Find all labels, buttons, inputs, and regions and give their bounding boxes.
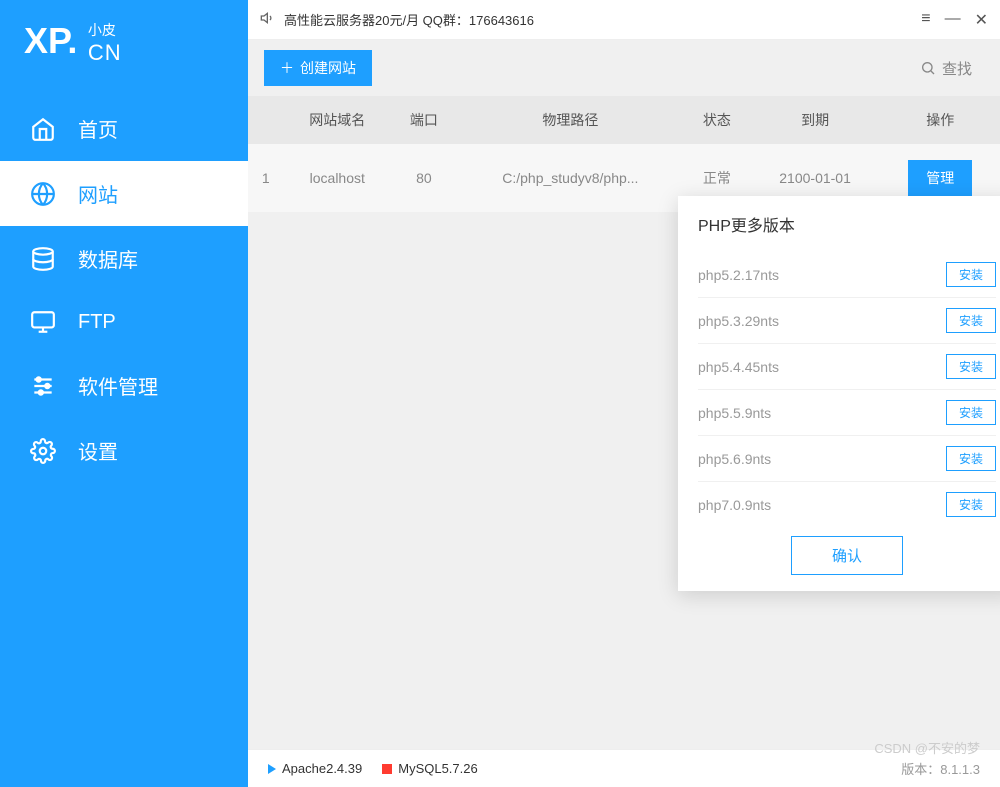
install-button[interactable]: 安装	[946, 446, 996, 471]
cell-idx: 1	[248, 144, 284, 212]
version-name: php5.5.9nts	[698, 405, 771, 421]
database-icon	[30, 246, 56, 272]
php-versions-modal: PHP更多版本 php5.2.17nts安装php5.3.29nts安装php5…	[678, 196, 1000, 591]
sidebar-item-home[interactable]: 首页	[0, 96, 248, 161]
ftp-icon	[30, 309, 56, 335]
confirm-button[interactable]: 确认	[791, 536, 903, 575]
home-icon	[30, 116, 56, 142]
table-header: 网站域名	[284, 96, 392, 144]
install-button[interactable]: 安装	[946, 492, 996, 517]
install-button[interactable]: 安装	[946, 262, 996, 287]
sidebar-item-label: 设置	[78, 436, 118, 465]
version-row: php5.6.9nts 安装	[698, 436, 996, 482]
cell-path: C:/php_studyv8/php...	[457, 144, 684, 212]
table-header-row: 网站域名端口物理路径状态到期操作	[248, 96, 1000, 144]
toolbar: ＋ 创建网站 查找	[248, 40, 1000, 96]
sidebar-item-label: 首页	[78, 114, 118, 143]
speaker-icon	[260, 10, 276, 29]
version-row: php5.2.17nts 安装	[698, 252, 996, 298]
table-header: 操作	[881, 96, 1000, 144]
modal-title: PHP更多版本	[678, 196, 1000, 252]
service-indicator[interactable]: MySQL5.7.26	[382, 761, 478, 776]
table-header: 端口	[391, 96, 457, 144]
close-icon[interactable]: ✕	[975, 10, 988, 30]
service-name: Apache2.4.39	[282, 761, 362, 776]
service-name: MySQL5.7.26	[398, 761, 478, 776]
service-indicator[interactable]: Apache2.4.39	[268, 761, 362, 776]
version-row: php5.4.45nts 安装	[698, 344, 996, 390]
version-name: php5.2.17nts	[698, 267, 779, 283]
create-site-button[interactable]: ＋ 创建网站	[264, 50, 372, 86]
sidebar-item-software[interactable]: 软件管理	[0, 353, 248, 418]
manage-button[interactable]: 管理	[908, 160, 972, 196]
install-button[interactable]: 安装	[946, 308, 996, 333]
version-name: php5.6.9nts	[698, 451, 771, 467]
cell-port: 80	[391, 144, 457, 212]
version-row: php7.0.9nts 安装	[698, 482, 996, 520]
version-row: php5.3.29nts 安装	[698, 298, 996, 344]
version-name: php5.3.29nts	[698, 313, 779, 329]
table-header: 状态	[684, 96, 750, 144]
software-icon	[30, 373, 56, 399]
announce-text[interactable]: 高性能云服务器20元/月 QQ群：176643616	[284, 10, 534, 29]
minimize-icon[interactable]: —	[945, 10, 961, 30]
sidebar-item-settings[interactable]: 设置	[0, 418, 248, 483]
nav-list: 首页网站数据库 FTP 软件管理设置	[0, 96, 248, 483]
version-list[interactable]: php5.2.17nts安装php5.3.29nts安装php5.4.45nts…	[698, 252, 996, 520]
sidebar-item-label: 软件管理	[78, 371, 158, 400]
cell-domain: localhost	[284, 144, 392, 212]
version-name: php5.4.45nts	[698, 359, 779, 375]
globe-icon	[30, 181, 56, 207]
table-header	[248, 96, 284, 144]
logo: XP. 小皮 CN	[0, 0, 248, 96]
version-label: 版本：8.1.1.3	[901, 759, 980, 778]
search-button[interactable]: 查找	[908, 52, 984, 85]
titlebar: 高性能云服务器20元/月 QQ群：176643616 ≡ — ✕	[248, 0, 1000, 40]
sidebar-item-label: 网站	[78, 179, 118, 208]
table-header: 到期	[750, 96, 881, 144]
logo-xp: XP.	[24, 20, 77, 62]
search-label: 查找	[942, 58, 972, 79]
install-button[interactable]: 安装	[946, 400, 996, 425]
version-row: php5.5.9nts 安装	[698, 390, 996, 436]
menu-icon[interactable]: ≡	[921, 10, 930, 30]
stop-icon	[382, 764, 392, 774]
main-area: 高性能云服务器20元/月 QQ群：176643616 ≡ — ✕ ＋ 创建网站 …	[248, 0, 1000, 787]
version-name: php7.0.9nts	[698, 497, 771, 513]
play-icon	[268, 764, 276, 774]
search-icon	[920, 60, 936, 76]
sidebar-item-database[interactable]: 数据库	[0, 226, 248, 291]
table-header: 物理路径	[457, 96, 684, 144]
install-button[interactable]: 安装	[946, 354, 996, 379]
plus-icon: ＋	[280, 58, 294, 78]
statusbar: Apache2.4.39 MySQL5.7.26 版本：8.1.1.3	[248, 749, 1000, 787]
settings-icon	[30, 438, 56, 464]
sidebar: XP. 小皮 CN 首页网站数据库 FTP 软件管理设置	[0, 0, 248, 787]
logo-sub1: 小皮	[88, 20, 122, 40]
sidebar-item-ftp[interactable]: FTP	[0, 291, 248, 353]
sidebar-item-label: FTP	[78, 311, 116, 334]
logo-sub2: CN	[88, 40, 122, 66]
sidebar-item-label: 数据库	[78, 244, 138, 273]
create-site-label: 创建网站	[300, 58, 356, 78]
sidebar-item-globe[interactable]: 网站	[0, 161, 248, 226]
sites-table: 网站域名端口物理路径状态到期操作 1 localhost 80 C:/php_s…	[248, 96, 1000, 212]
